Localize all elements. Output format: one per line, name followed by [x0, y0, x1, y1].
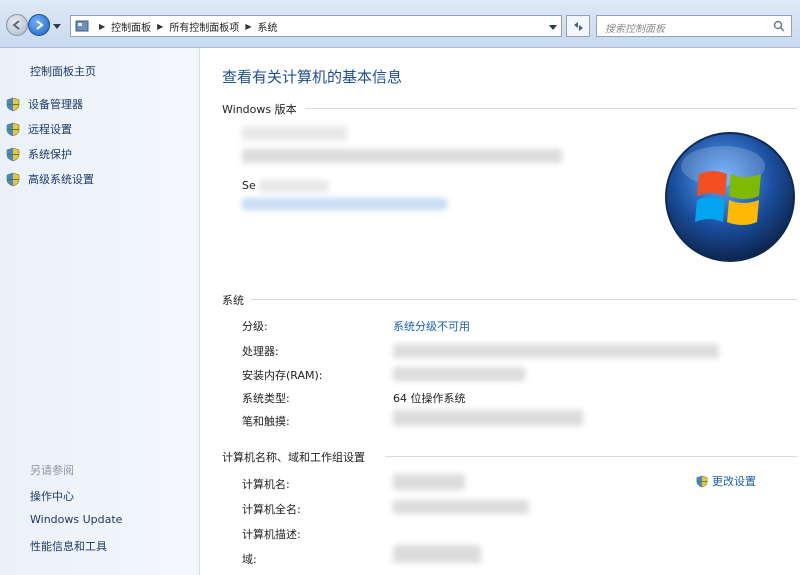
uac-shield-icon: [696, 475, 708, 487]
description-label: 计算机描述:: [242, 528, 301, 541]
breadcrumb-separator: ▶: [157, 21, 164, 31]
breadcrumb-system[interactable]: 系统: [257, 19, 277, 34]
arrow-left-icon: [12, 20, 20, 30]
section-divider: [305, 108, 797, 109]
system-type-label: 系统类型:: [242, 392, 290, 405]
redacted-copyright: [242, 149, 562, 163]
task-label: 系统保护: [28, 148, 72, 161]
task-remote-settings[interactable]: 远程设置: [6, 121, 72, 137]
redacted-computer-name: [393, 474, 465, 490]
change-settings-link[interactable]: 更改设置: [696, 473, 756, 489]
see-also-action-center[interactable]: 操作中心: [30, 488, 74, 504]
task-system-protection[interactable]: 系统保护: [6, 146, 72, 162]
redacted-processor: [393, 344, 719, 358]
breadcrumb-separator: ▶: [245, 21, 252, 31]
redacted-ram: [393, 367, 525, 381]
search-placeholder: 搜索控制面板: [605, 24, 665, 35]
control-panel-home-link[interactable]: 控制面板主页: [30, 63, 96, 79]
change-settings-label: 更改设置: [712, 475, 756, 488]
section-divider: [385, 456, 797, 457]
redacted-service-pack: [259, 180, 329, 192]
address-box[interactable]: ▶ 控制面板 ▶ 所有控制面板项 ▶ 系统: [70, 15, 562, 37]
section-windows-edition: Windows 版本: [222, 103, 297, 116]
task-label: 远程设置: [28, 123, 72, 136]
main-content: 查看有关计算机的基本信息 Windows 版本 Se 系统 分级: 系统分级不可…: [201, 48, 800, 575]
recent-pages-dropdown-icon[interactable]: [53, 22, 61, 30]
search-icon: [773, 20, 785, 32]
breadcrumb-control-panel[interactable]: 控制面板: [111, 19, 151, 34]
pen-touch-label: 笔和触摸:: [242, 415, 290, 428]
redacted-upgrade-link[interactable]: [242, 198, 447, 210]
arrow-right-icon: [36, 20, 44, 30]
service-pack-label: Se: [242, 179, 256, 192]
redacted-full-name: [393, 500, 529, 514]
section-divider: [251, 299, 797, 300]
full-name-label: 计算机全名:: [242, 503, 301, 516]
task-label: 设备管理器: [28, 98, 83, 111]
section-computer-name: 计算机名称、域和工作组设置: [222, 451, 365, 464]
refresh-icon: [574, 22, 583, 31]
chevron-down-icon[interactable]: [549, 23, 557, 31]
redacted-domain: [393, 545, 481, 563]
uac-shield-icon: [6, 97, 20, 111]
rating-label: 分级:: [242, 320, 268, 333]
section-system: 系统: [222, 294, 244, 307]
see-also-windows-update[interactable]: Windows Update: [30, 513, 122, 526]
windows-logo-icon: [665, 132, 795, 262]
uac-shield-icon: [6, 122, 20, 136]
see-also-performance[interactable]: 性能信息和工具: [30, 538, 107, 554]
redacted-edition-name: [242, 126, 347, 140]
ram-label: 安装内存(RAM):: [242, 369, 323, 382]
task-device-manager[interactable]: 设备管理器: [6, 96, 83, 112]
computer-name-label: 计算机名:: [242, 478, 290, 491]
uac-shield-icon: [6, 172, 20, 186]
see-also-header: 另请参阅: [30, 464, 74, 477]
back-button[interactable]: [6, 14, 28, 36]
forward-button[interactable]: [28, 14, 50, 36]
page-title: 查看有关计算机的基本信息: [222, 68, 403, 86]
processor-label: 处理器:: [242, 345, 279, 358]
domain-label: 域:: [242, 553, 257, 566]
task-pane: 控制面板主页 设备管理器 远程设置 系统保护 高级系统设置 另请参阅 操作中心 …: [0, 48, 200, 575]
task-advanced-settings[interactable]: 高级系统设置: [6, 171, 94, 187]
breadcrumb-all-items[interactable]: 所有控制面板项: [169, 19, 239, 34]
refresh-button[interactable]: [566, 15, 590, 37]
task-label: 高级系统设置: [28, 173, 94, 186]
search-input[interactable]: 搜索控制面板: [596, 15, 792, 37]
address-toolbar: ▶ 控制面板 ▶ 所有控制面板项 ▶ 系统 搜索控制面板: [0, 0, 800, 48]
system-type-value: 64 位操作系统: [393, 392, 466, 405]
control-panel-icon: [75, 20, 89, 32]
breadcrumb-separator: ▶: [99, 21, 106, 31]
rating-link[interactable]: 系统分级不可用: [393, 318, 470, 334]
redacted-pen-touch: [393, 410, 583, 426]
uac-shield-icon: [6, 147, 20, 161]
